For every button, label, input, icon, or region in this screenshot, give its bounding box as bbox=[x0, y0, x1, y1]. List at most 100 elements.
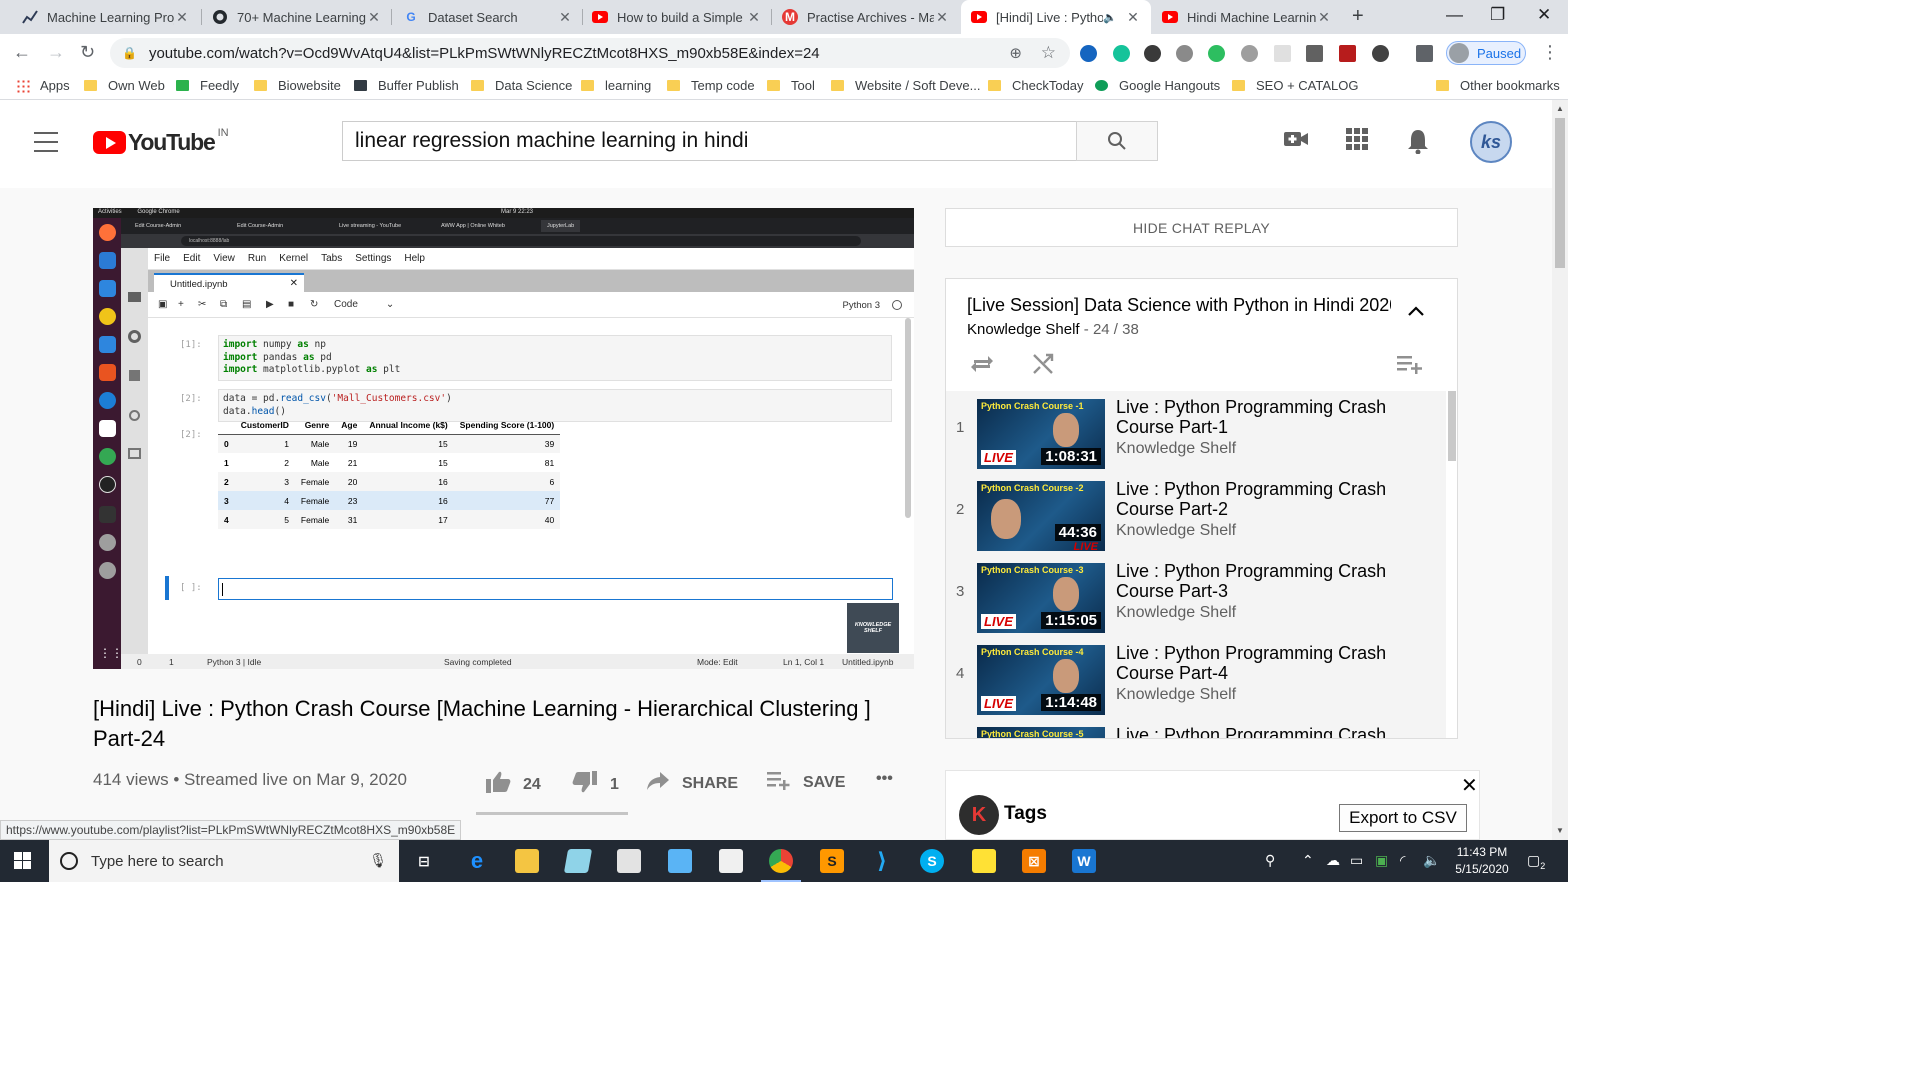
windows-start-icon[interactable] bbox=[14, 852, 32, 870]
video-thumbnail[interactable]: Python Crash Course -1 LIVE 1:08:31 bbox=[977, 399, 1105, 469]
w-app-icon[interactable]: W bbox=[1072, 849, 1096, 873]
bookmark-folder[interactable]: Website / Soft Deve... bbox=[831, 78, 980, 93]
playlist-item-title[interactable]: Live : Python Programming Crash Course P… bbox=[1116, 479, 1416, 519]
circle-extension-icon[interactable] bbox=[1372, 45, 1389, 62]
onedrive-icon[interactable]: ☁ bbox=[1326, 852, 1340, 869]
cell-type-select[interactable]: Code ⌄ bbox=[334, 299, 394, 310]
video-thumbnail[interactable]: Python Crash Course -4 LIVE 1:14:48 bbox=[977, 645, 1105, 715]
menu-file[interactable]: File bbox=[154, 253, 170, 264]
dislike-button[interactable]: 1 bbox=[572, 770, 619, 800]
menu-tabs[interactable]: Tabs bbox=[321, 253, 342, 264]
run-icon[interactable]: ▶ bbox=[266, 299, 274, 310]
bookmark-folder[interactable]: Temp code bbox=[667, 78, 755, 93]
bookmark-folder[interactable]: Data Science bbox=[471, 78, 572, 93]
notifications-bell-icon[interactable] bbox=[1407, 128, 1429, 161]
playlist-item[interactable]: 3 Python Crash Course -3 LIVE 1:15:05 Li… bbox=[946, 555, 1446, 637]
playlist-item-title[interactable]: Live : Python Programming Crash Course P… bbox=[1116, 561, 1416, 601]
pdf-extension-icon[interactable] bbox=[1339, 45, 1356, 62]
bookmark-folder[interactable]: Tool bbox=[767, 78, 815, 93]
browser-tab[interactable]: Hindi Machine Learning ✕ bbox=[1152, 0, 1342, 34]
close-icon[interactable]: ✕ bbox=[174, 9, 190, 26]
bookmark-hangouts[interactable]: Google Hangouts bbox=[1095, 78, 1220, 93]
cut-icon[interactable]: ✂ bbox=[198, 299, 206, 310]
page-extension-icon[interactable] bbox=[1274, 45, 1291, 62]
new-tab-button[interactable]: + bbox=[1352, 5, 1364, 28]
restore-button[interactable]: ❐ bbox=[1490, 5, 1505, 25]
edge-icon[interactable]: e bbox=[465, 848, 489, 873]
browser-tab[interactable]: G Dataset Search ✕ bbox=[393, 0, 583, 34]
video-player[interactable]: Activities Google Chrome Mar 9 22:23 ⋮⋮ … bbox=[93, 208, 914, 669]
zoom-icon[interactable]: ⊕ bbox=[1009, 44, 1022, 62]
playlist-item[interactable]: 4 Python Crash Course -4 LIVE 1:14:48 Li… bbox=[946, 637, 1446, 719]
minimize-button[interactable]: — bbox=[1446, 5, 1463, 25]
sublime-icon[interactable]: S bbox=[820, 849, 844, 873]
playlist-channel[interactable]: Knowledge Shelf bbox=[967, 321, 1080, 338]
bookmark-folder[interactable]: CheckToday bbox=[988, 78, 1084, 93]
menu-edit[interactable]: Edit bbox=[183, 253, 200, 264]
bookmark-other[interactable]: Other bookmarks bbox=[1436, 78, 1560, 93]
bookmark-folder[interactable]: Biowebsite bbox=[254, 78, 341, 93]
channel-watermark[interactable]: KNOWLEDGE SHELF bbox=[847, 603, 899, 653]
video-thumbnail[interactable]: Python Crash Course -5 bbox=[977, 727, 1105, 738]
share-button[interactable]: SHARE bbox=[646, 770, 738, 798]
taskbar-clock[interactable]: 11:43 PM 5/15/2020 bbox=[1444, 844, 1520, 878]
vscode-icon[interactable]: ⟩ bbox=[870, 848, 894, 873]
search-input[interactable]: linear regression machine learning in hi… bbox=[342, 121, 1078, 161]
reload-button[interactable]: ↻ bbox=[80, 42, 95, 63]
browser-tab[interactable]: M Practise Archives - Mac ✕ bbox=[772, 0, 960, 34]
menu-icon[interactable] bbox=[34, 132, 58, 159]
python-idle-icon[interactable] bbox=[719, 849, 743, 873]
add-cell-icon[interactable]: + bbox=[178, 299, 184, 310]
more-actions-button[interactable]: ••• bbox=[876, 770, 893, 788]
apps-icon[interactable] bbox=[1346, 128, 1368, 157]
active-code-cell[interactable] bbox=[218, 578, 893, 600]
create-video-icon[interactable] bbox=[1283, 128, 1309, 156]
close-icon[interactable]: ✕ bbox=[557, 9, 573, 26]
close-icon[interactable]: ✕ bbox=[934, 9, 950, 26]
close-icon[interactable]: ✕ bbox=[746, 9, 762, 26]
bookmark-buffer[interactable]: Buffer Publish bbox=[354, 78, 459, 93]
close-icon[interactable]: ✕ bbox=[1125, 9, 1141, 26]
evernote-icon[interactable] bbox=[1208, 45, 1225, 62]
file-explorer-icon[interactable] bbox=[515, 849, 539, 873]
people-icon[interactable]: ⚲ bbox=[1265, 852, 1275, 869]
menu-kernel[interactable]: Kernel bbox=[279, 253, 308, 264]
mail-icon[interactable] bbox=[668, 849, 692, 873]
browser-tab[interactable]: Machine Learning Proje ✕ bbox=[12, 0, 200, 34]
scroll-down-arrow[interactable]: ▼ bbox=[1556, 826, 1564, 835]
speaker-icon[interactable]: 🔈 bbox=[1103, 11, 1117, 24]
bookmark-folder[interactable]: Own Web bbox=[84, 78, 165, 93]
battery-icon[interactable]: ▭ bbox=[1350, 852, 1363, 869]
playlist-item[interactable]: 2 Python Crash Course -2 LIVE 44:36 Live… bbox=[946, 473, 1446, 555]
back-button[interactable]: ← bbox=[13, 42, 31, 63]
bookmark-star-icon[interactable]: ☆ bbox=[1041, 43, 1056, 63]
export-csv-button[interactable]: Export to CSV bbox=[1339, 804, 1467, 832]
playlist-item-title[interactable]: Live : Python Programming Crash Course P… bbox=[1116, 397, 1416, 437]
search-button[interactable] bbox=[1076, 121, 1158, 161]
taskbar-search[interactable]: Type here to search 🎙 bbox=[49, 840, 399, 882]
video-thumbnail[interactable]: Python Crash Course -2 LIVE 44:36 bbox=[977, 481, 1105, 551]
playlist-item[interactable]: 1 Python Crash Course -1 LIVE 1:08:31 Li… bbox=[946, 391, 1446, 473]
store-icon[interactable] bbox=[617, 849, 641, 873]
action-center-icon[interactable]: ▢2 bbox=[1527, 852, 1545, 871]
menu-settings[interactable]: Settings bbox=[355, 253, 391, 264]
scrollbar-thumb[interactable] bbox=[1448, 391, 1456, 461]
browser-tab-active[interactable]: [Hindi] Live : Pytho 🔈 ✕ bbox=[961, 0, 1151, 34]
code-extension-icon[interactable] bbox=[1306, 45, 1323, 62]
settings-extension-icon[interactable] bbox=[1241, 45, 1258, 62]
sticky-notes-icon[interactable] bbox=[972, 849, 996, 873]
scrollbar-thumb[interactable] bbox=[1555, 118, 1565, 268]
close-icon[interactable]: ✕ bbox=[366, 9, 382, 26]
security-icon[interactable]: ▣ bbox=[1375, 852, 1388, 869]
media-queue-icon[interactable] bbox=[1416, 45, 1433, 62]
skype-icon[interactable]: S bbox=[920, 849, 944, 873]
menu-view[interactable]: View bbox=[213, 253, 235, 264]
wifi-icon[interactable]: ◜ bbox=[1400, 852, 1405, 869]
volume-icon[interactable]: 🔈 bbox=[1423, 852, 1440, 869]
playlist-item-title[interactable]: Live : Python Programming Crash bbox=[1116, 725, 1416, 738]
extension-icon[interactable] bbox=[1080, 45, 1097, 62]
playlist-item-title[interactable]: Live : Python Programming Crash Course P… bbox=[1116, 643, 1416, 683]
k-extension-icon[interactable] bbox=[1144, 45, 1161, 62]
account-avatar[interactable]: ks bbox=[1470, 121, 1512, 163]
playlist-title[interactable]: [Live Session] Data Science with Python … bbox=[967, 295, 1391, 316]
